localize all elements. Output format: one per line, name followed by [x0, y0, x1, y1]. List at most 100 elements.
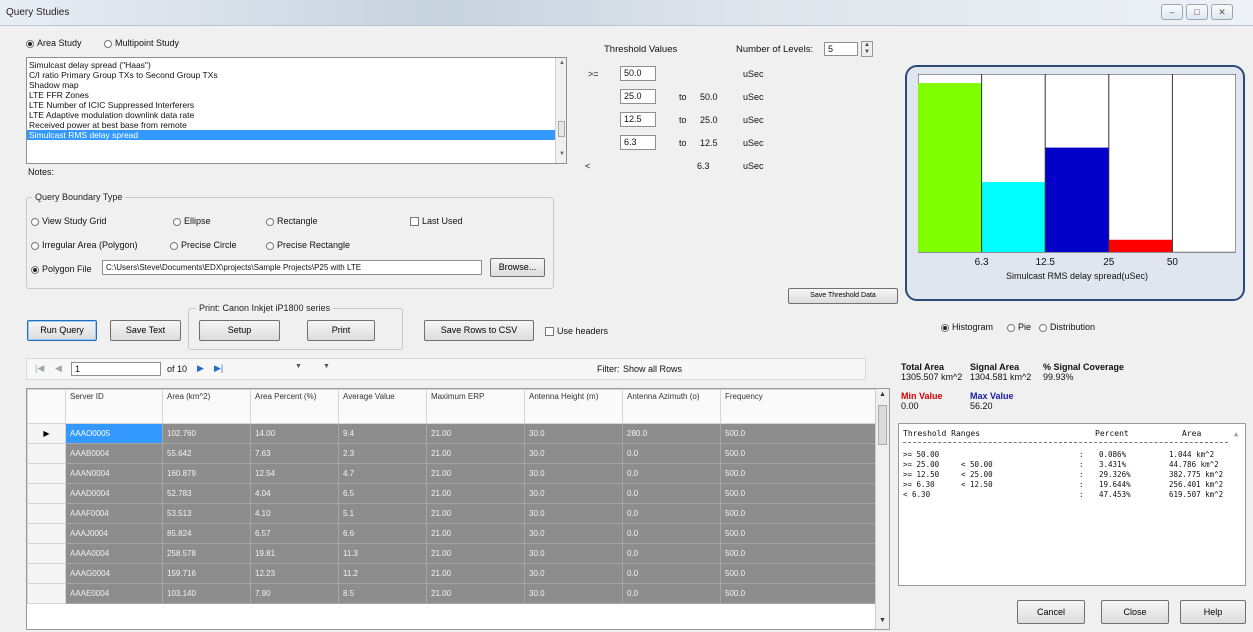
scroll-up-icon[interactable]: ▲ — [879, 391, 886, 398]
print-button[interactable]: Print — [307, 320, 375, 341]
row-indicator[interactable] — [27, 523, 66, 544]
page-number-input[interactable]: 1 — [71, 362, 161, 376]
table-cell[interactable]: 30.0 — [524, 583, 623, 604]
table-cell[interactable]: 30.0 — [524, 423, 623, 444]
table-row[interactable]: AAAJ0004 85.824 6.57 6.6 21.00 30.0 0.0 500.0 — [27, 523, 876, 544]
row-indicator[interactable]: ▶ — [27, 423, 66, 444]
table-cell[interactable]: 30.0 — [524, 463, 623, 484]
table-cell[interactable]: 6.57 — [250, 523, 339, 544]
save-text-button[interactable]: Save Text — [110, 320, 181, 341]
table-cell[interactable]: AAAG0004 — [65, 563, 163, 584]
view-grid-radio[interactable]: View Study Grid — [31, 216, 106, 226]
table-cell[interactable]: 160.879 — [162, 463, 251, 484]
last-page-icon[interactable]: ▶| — [214, 363, 223, 374]
threshold-low-input[interactable]: 12.5 — [620, 112, 656, 127]
study-list-item[interactable]: LTE Adaptive modulation downlink data ra… — [27, 110, 555, 120]
scroll-up-icon[interactable]: ▲ — [1234, 430, 1238, 438]
levels-input[interactable]: 5 — [824, 42, 858, 56]
study-list-item[interactable]: Received power at best base from remote — [27, 120, 555, 130]
table-cell[interactable]: 500.0 — [720, 483, 876, 504]
study-list-item[interactable]: LTE FFR Zones — [27, 90, 555, 100]
table-row[interactable]: AAAG0004 159.716 12.23 11.2 21.00 30.0 0.0 500.… — [27, 563, 876, 584]
table-cell[interactable]: 2.3 — [338, 443, 427, 464]
scroll-thumb[interactable] — [558, 121, 565, 137]
table-cell[interactable]: 0.0 — [622, 583, 721, 604]
save-csv-button[interactable]: Save Rows to CSV — [424, 320, 534, 341]
polygon-path-input[interactable]: C:\Users\Steve\Documents\EDX\projects\Sa… — [102, 260, 482, 275]
table-cell[interactable]: 102.760 — [162, 423, 251, 444]
table-cell[interactable]: 0.0 — [622, 443, 721, 464]
cancel-button[interactable]: Cancel — [1017, 600, 1085, 624]
study-list-item[interactable]: Shadow map — [27, 80, 555, 90]
study-list-item[interactable]: LTE Number of ICIC Suppressed Interferer… — [27, 100, 555, 110]
filter-value[interactable]: Show all Rows — [623, 364, 682, 374]
table-cell[interactable]: 21.00 — [426, 543, 525, 564]
row-indicator[interactable] — [27, 483, 66, 504]
table-cell[interactable]: 500.0 — [720, 523, 876, 544]
use-headers-checkbox[interactable]: Use headers — [545, 326, 608, 337]
column-header[interactable]: Server ID — [65, 389, 163, 424]
row-indicator[interactable] — [27, 543, 66, 564]
column-header[interactable]: Area (km^2) — [162, 389, 251, 424]
row-indicator[interactable] — [27, 463, 66, 484]
table-cell[interactable]: 6.6 — [338, 523, 427, 544]
column-header[interactable]: Antenna Azimuth (o) — [622, 389, 721, 424]
table-cell[interactable]: 11.3 — [338, 543, 427, 564]
table-row[interactable]: AAAN0004 160.879 12.54 4.7 21.00 30.0 0.0 500.0 — [27, 463, 876, 484]
table-cell[interactable]: AAAE0004 — [65, 583, 163, 604]
study-list-scrollbar[interactable]: ▲ ▼ — [555, 58, 566, 163]
table-cell[interactable]: 21.00 — [426, 443, 525, 464]
table-row[interactable]: ▶ AAAO0005 102.760 14.00 9.4 21.00 30.0 280.0 50… — [27, 423, 876, 444]
study-list[interactable]: Simulcast delay spread ("Haas") C/I ratio… — [26, 57, 567, 164]
table-cell[interactable]: 21.00 — [426, 503, 525, 524]
close-button[interactable]: Close — [1101, 600, 1169, 624]
table-row[interactable]: AAAA0004 258.578 19.81 11.3 21.00 30.0 0.0 500.… — [27, 543, 876, 564]
table-cell[interactable]: 30.0 — [524, 543, 623, 564]
table-cell[interactable]: 280.0 — [622, 423, 721, 444]
table-row[interactable]: AAAB0004 55.642 7.63 2.3 21.00 30.0 0.0 500.0 — [27, 443, 876, 464]
table-row[interactable]: AAAF0004 53.513 4.10 5.1 21.00 30.0 0.0 500.0 — [27, 503, 876, 524]
table-cell[interactable]: 30.0 — [524, 523, 623, 544]
column-header[interactable]: Average Value — [338, 389, 427, 424]
table-cell[interactable]: 0.0 — [622, 523, 721, 544]
table-cell[interactable]: 7.63 — [250, 443, 339, 464]
maximize-button[interactable]: □ — [1186, 4, 1208, 20]
scroll-up-icon[interactable]: ▲ — [559, 60, 565, 66]
table-cell[interactable]: 4.04 — [250, 483, 339, 504]
study-list-item[interactable]: C/I ratio Primary Group TXs to Second Gr… — [27, 70, 555, 80]
pie-radio[interactable]: Pie — [1007, 322, 1031, 332]
column-header[interactable]: Frequency — [720, 389, 876, 424]
ellipse-radio[interactable]: Ellipse — [173, 216, 211, 226]
distribution-radio[interactable]: Distribution — [1039, 322, 1095, 332]
browse-button[interactable]: Browse... — [490, 258, 545, 277]
table-cell[interactable]: 21.00 — [426, 563, 525, 584]
table-cell[interactable]: 500.0 — [720, 443, 876, 464]
table-cell[interactable]: AAAA0004 — [65, 543, 163, 564]
table-cell[interactable]: 0.0 — [622, 563, 721, 584]
run-query-button[interactable]: Run Query — [27, 320, 97, 341]
table-cell[interactable]: 53.513 — [162, 503, 251, 524]
row-indicator[interactable] — [27, 583, 66, 604]
help-button[interactable]: Help — [1180, 600, 1246, 624]
irregular-area-radio[interactable]: Irregular Area (Polygon) — [31, 240, 138, 250]
row-indicator[interactable] — [27, 503, 66, 524]
table-cell[interactable]: 30.0 — [524, 443, 623, 464]
table-row[interactable]: AAAE0004 103.140 7.90 8.5 21.00 30.0 0.0 500.0 — [27, 583, 876, 604]
row-indicator[interactable] — [27, 563, 66, 584]
table-cell[interactable]: 19.81 — [250, 543, 339, 564]
threshold-low-input[interactable]: 50.0 — [620, 66, 656, 81]
levels-spinner[interactable]: ▲ ▼ — [861, 41, 873, 57]
area-study-radio[interactable]: Area Study — [26, 38, 82, 48]
table-cell[interactable]: 500.0 — [720, 543, 876, 564]
table-cell[interactable]: 5.1 — [338, 503, 427, 524]
scroll-down-icon[interactable]: ▼ — [879, 617, 886, 624]
first-page-icon[interactable]: |◀ — [35, 363, 44, 374]
minimize-button[interactable]: – — [1161, 4, 1183, 20]
table-cell[interactable]: 8.5 — [338, 583, 427, 604]
table-cell[interactable]: 30.0 — [524, 483, 623, 504]
table-cell[interactable]: 500.0 — [720, 563, 876, 584]
column-dropdown-icon[interactable]: ▼ — [295, 363, 302, 370]
threshold-low-input[interactable]: 25.0 — [620, 89, 656, 104]
table-cell[interactable]: 12.23 — [250, 563, 339, 584]
table-cell[interactable]: 30.0 — [524, 503, 623, 524]
